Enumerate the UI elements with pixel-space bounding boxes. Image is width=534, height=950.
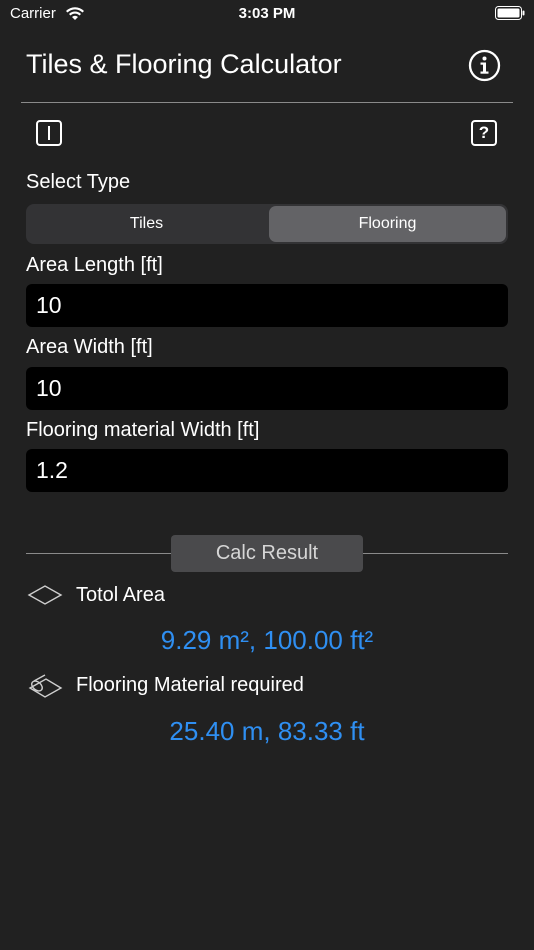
page-title: Tiles & Flooring Calculator <box>26 49 342 79</box>
info-icon[interactable] <box>468 49 501 82</box>
status-bar: Carrier 3:03 PM <box>0 0 534 30</box>
text-cursor-icon <box>48 126 50 140</box>
flooring-material-value: 25.40 m, 83.33 ft <box>169 716 365 746</box>
help-icon: ? <box>478 123 490 142</box>
clock: 3:03 PM <box>238 5 296 22</box>
area-length-input[interactable] <box>26 284 508 327</box>
area-length-label: Area Length [ft] <box>26 254 163 276</box>
result-divider-left <box>26 553 171 554</box>
material-width-label: Flooring material Width [ft] <box>26 419 260 441</box>
header-divider <box>21 102 513 103</box>
segment-flooring[interactable]: Flooring <box>269 206 506 242</box>
total-area-value: 9.29 m², 100.00 ft² <box>160 625 374 655</box>
text-cursor-button[interactable] <box>36 120 62 146</box>
area-width-label: Area Width [ft] <box>26 336 153 358</box>
help-button[interactable]: ? <box>471 120 497 146</box>
calc-result-header: Calc Result <box>171 535 363 572</box>
area-diamond-icon <box>27 585 63 605</box>
material-width-input[interactable] <box>26 449 508 492</box>
flooring-roll-icon <box>28 674 63 698</box>
type-segmented-control: Tiles Flooring <box>26 204 508 244</box>
select-type-label: Select Type <box>26 171 131 193</box>
total-area-label: Totol Area <box>76 584 165 606</box>
flooring-material-label: Flooring Material required <box>76 674 304 696</box>
result-divider-right <box>363 553 508 554</box>
area-width-input[interactable] <box>26 367 508 410</box>
segment-tiles[interactable]: Tiles <box>28 206 265 242</box>
battery-icon <box>495 6 525 20</box>
